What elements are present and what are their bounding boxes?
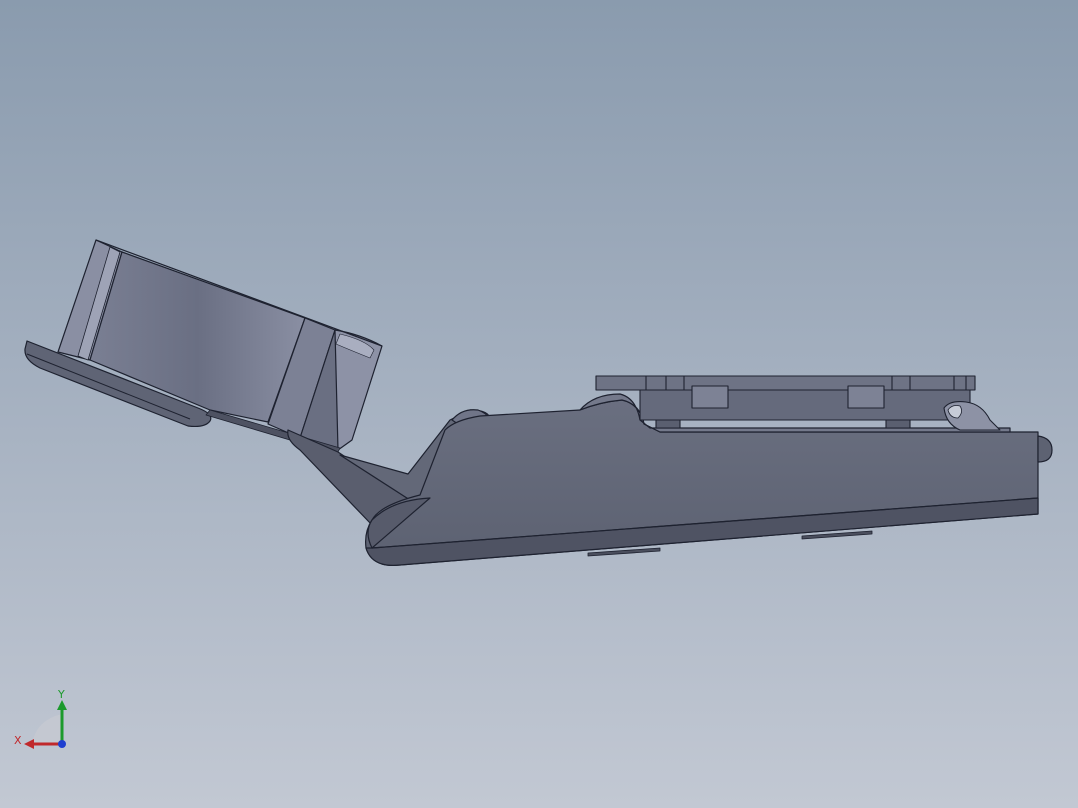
- plate-block-right: [847, 385, 885, 409]
- triad-x-label: X: [14, 734, 22, 747]
- triad-plane-quadrant: [32, 714, 62, 744]
- x-axis-arrowhead: [24, 739, 34, 749]
- mounting-plate[interactable]: [595, 375, 1001, 431]
- arm-end-knob: [1037, 435, 1053, 463]
- hinge-cup[interactable]: [24, 239, 383, 455]
- y-axis-arrowhead: [57, 700, 67, 710]
- coordinate-triad: Y X: [14, 688, 67, 749]
- plate-lower: [639, 389, 971, 421]
- plate-slot-right: [885, 419, 911, 429]
- plate-top: [595, 375, 976, 391]
- hinge-3d-model[interactable]: [0, 0, 1078, 808]
- z-axis-dot: [58, 740, 66, 748]
- triad-y-label: Y: [57, 688, 65, 701]
- graphics-area[interactable]: Y X: [0, 0, 1078, 808]
- plate-block-left: [691, 385, 729, 409]
- plate-slot-left: [655, 419, 681, 429]
